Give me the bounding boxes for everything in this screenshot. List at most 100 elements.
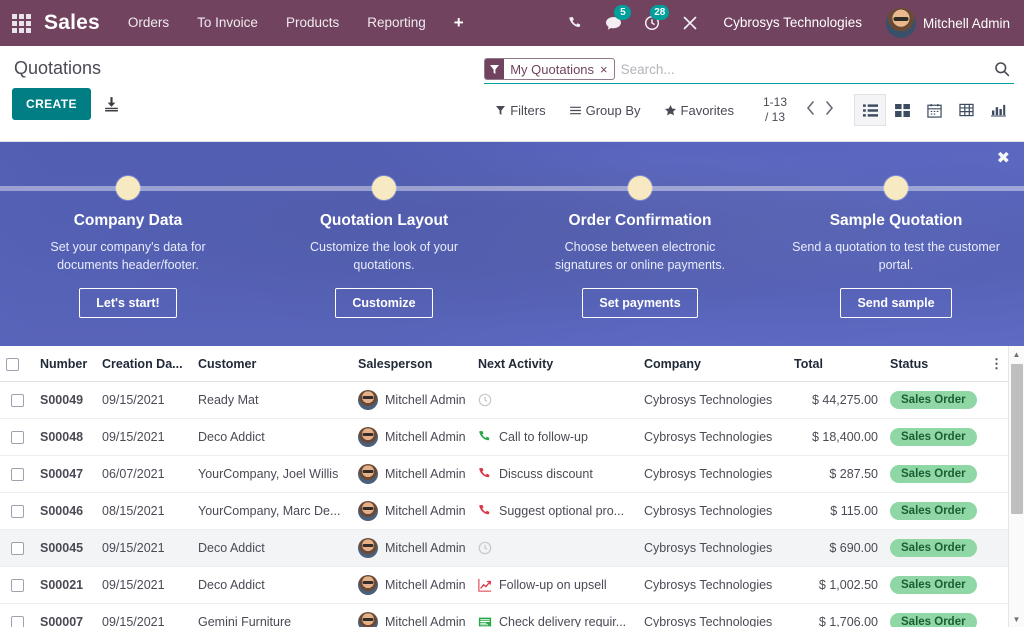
row-select-cell[interactable] (0, 419, 34, 456)
list-scrollbar[interactable]: ▲ ▼ (1008, 346, 1024, 627)
pager-arrows (798, 101, 842, 119)
cell-number: S00021 (34, 567, 96, 604)
search-input[interactable] (615, 58, 990, 80)
scrollbar-up-icon[interactable]: ▲ (1009, 346, 1024, 362)
close-icon[interactable]: ✖ (997, 151, 1010, 167)
search-facet-remove-icon[interactable]: × (598, 59, 614, 79)
header-status[interactable]: Status (884, 346, 984, 382)
row-select-cell[interactable] (0, 604, 34, 627)
row-select-cell[interactable] (0, 567, 34, 604)
company-switcher[interactable]: Cybrosys Technologies (709, 0, 876, 46)
favorites-label: Favorites (681, 103, 734, 118)
breadcrumb: Quotations (14, 58, 484, 79)
set-payments-button[interactable]: Set payments (582, 288, 697, 318)
menu-reporting[interactable]: Reporting (353, 0, 440, 46)
quotations-list: Number Creation Da... Customer Salespers… (0, 346, 1024, 627)
header-next-activity[interactable]: Next Activity (472, 346, 638, 382)
status-badge: Sales Order (890, 502, 977, 520)
cell-number: S00047 (34, 456, 96, 493)
row-checkbox[interactable] (11, 579, 24, 592)
select-all-checkbox[interactable] (6, 358, 19, 371)
table-row[interactable]: S0004909/15/2021Ready MatMitchell AdminC… (0, 382, 1008, 419)
menu-to-invoice[interactable]: To Invoice (183, 0, 272, 46)
kanban-view-icon[interactable] (886, 94, 918, 126)
chevron-right-icon[interactable] (825, 101, 834, 119)
create-button[interactable]: CREATE (12, 88, 91, 120)
table-row[interactable]: S0000709/15/2021Gemini FurnitureMitchell… (0, 604, 1008, 627)
magnifier-icon[interactable] (990, 61, 1014, 77)
step-title: Quotation Layout (320, 212, 448, 230)
table-row[interactable]: S0002109/15/2021Deco AddictMitchell Admi… (0, 567, 1008, 604)
header-total[interactable]: Total (788, 346, 884, 382)
cell-status: Sales Order (884, 530, 984, 567)
avatar (358, 501, 378, 521)
list-view-icon[interactable] (854, 94, 886, 126)
table-row[interactable]: S0004608/15/2021YourCompany, Marc De...M… (0, 493, 1008, 530)
row-checkbox[interactable] (11, 542, 24, 555)
avatar (358, 464, 378, 484)
cell-company: Cybrosys Technologies (638, 567, 788, 604)
row-checkbox[interactable] (11, 394, 24, 407)
filters-button[interactable]: Filters (484, 97, 557, 124)
user-menu[interactable]: Mitchell Admin (876, 8, 1014, 38)
app-brand-sales[interactable]: Sales (44, 11, 100, 35)
favorites-button[interactable]: Favorites (653, 97, 746, 124)
calendar-view-icon[interactable] (918, 94, 950, 126)
pager-counter[interactable]: 1-13 / 13 (746, 95, 798, 125)
graph-view-icon[interactable] (982, 94, 1014, 126)
pivot-view-icon[interactable] (950, 94, 982, 126)
row-select-cell[interactable] (0, 456, 34, 493)
cell-company: Cybrosys Technologies (638, 382, 788, 419)
tools-wrench-icon[interactable] (671, 0, 709, 46)
column-options-icon[interactable]: ⋮ (984, 346, 1008, 382)
row-checkbox[interactable] (11, 616, 24, 627)
cell-salesperson: Mitchell Admin (352, 493, 472, 530)
phone-icon[interactable] (557, 0, 594, 46)
search-facet-label: My Quotations (504, 59, 598, 79)
row-select-cell[interactable] (0, 382, 34, 419)
scrollbar-thumb[interactable] (1011, 364, 1023, 514)
menu-add-button[interactable]: + (440, 0, 478, 46)
chevron-left-icon[interactable] (806, 101, 815, 119)
table-row[interactable]: S0004809/15/2021Deco AddictMitchell Admi… (0, 419, 1008, 456)
row-select-cell[interactable] (0, 493, 34, 530)
scrollbar-down-icon[interactable]: ▼ (1009, 611, 1024, 627)
table-row[interactable]: S0004509/15/2021Deco AddictMitchell Admi… (0, 530, 1008, 567)
customize-button[interactable]: Customize (335, 288, 432, 318)
select-all-header[interactable] (0, 346, 34, 382)
group-by-button[interactable]: Group By (558, 97, 653, 124)
salesperson-name: Mitchell Admin (385, 467, 466, 481)
row-checkbox[interactable] (11, 431, 24, 444)
header-creation-date[interactable]: Creation Da... (96, 346, 192, 382)
step-description: Set your company's data for documents he… (23, 239, 233, 275)
menu-products[interactable]: Products (272, 0, 353, 46)
cell-creation-date: 09/15/2021 (96, 604, 192, 627)
row-options-cell (984, 604, 1008, 627)
clock-icon (478, 541, 492, 555)
header-company[interactable]: Company (638, 346, 788, 382)
cell-status: Sales Order (884, 604, 984, 627)
search-facet-my-quotations[interactable]: My Quotations × (484, 58, 614, 80)
send-sample-button[interactable]: Send sample (840, 288, 951, 318)
header-salesperson[interactable]: Salesperson (352, 346, 472, 382)
menu-orders[interactable]: Orders (114, 0, 183, 46)
row-select-cell[interactable] (0, 530, 34, 567)
row-checkbox[interactable] (11, 505, 24, 518)
salesperson-name: Mitchell Admin (385, 430, 466, 444)
header-customer[interactable]: Customer (192, 346, 352, 382)
messages-icon[interactable]: 5 (594, 0, 633, 46)
status-badge: Sales Order (890, 428, 977, 446)
lets-start-button[interactable]: Let's start! (79, 288, 176, 318)
salesperson-name: Mitchell Admin (385, 615, 466, 627)
phone-red-icon (478, 504, 492, 518)
activity-clock-icon[interactable]: 28 (633, 0, 671, 46)
apps-grid-icon[interactable] (6, 0, 36, 46)
cell-status: Sales Order (884, 567, 984, 604)
import-download-icon[interactable] (103, 96, 120, 113)
cell-customer: Deco Addict (192, 530, 352, 567)
row-checkbox[interactable] (11, 468, 24, 481)
table-row[interactable]: S0004706/07/2021YourCompany, Joel Willis… (0, 456, 1008, 493)
user-avatar (886, 8, 916, 38)
header-number[interactable]: Number (34, 346, 96, 382)
row-options-cell (984, 382, 1008, 419)
